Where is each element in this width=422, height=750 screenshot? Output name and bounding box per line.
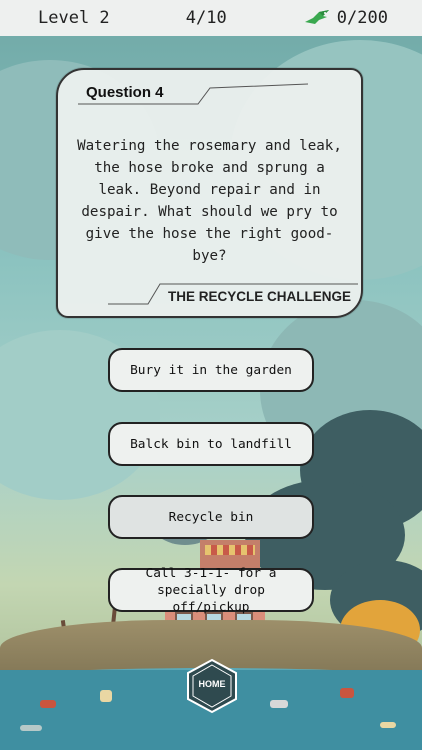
- answer-option-1[interactable]: Bury it in the garden: [108, 348, 314, 392]
- question-title: Question 4: [86, 84, 164, 101]
- trash: [20, 725, 42, 731]
- answer-label: Recycle bin: [168, 509, 254, 525]
- green-bird-icon: [304, 10, 329, 24]
- factory-awning: [205, 545, 255, 555]
- score-value: 0/200: [336, 8, 388, 28]
- answer-label: Call 3-1-1- for a specially drop off/pic…: [145, 565, 277, 615]
- question-card: Question 4 Watering the rosemary and lea…: [56, 68, 363, 318]
- answer-label: Balck bin to landfill: [130, 436, 292, 452]
- top-bar: Level 2 4/10 0/200: [0, 0, 422, 36]
- home-label: HOME: [198, 679, 226, 689]
- trash: [40, 700, 56, 708]
- answer-label: Bury it in the garden: [130, 362, 292, 378]
- trash: [270, 700, 288, 708]
- question-progress: 4/10: [185, 8, 227, 28]
- challenge-title: THE RECYCLE CHALLENGE: [167, 289, 351, 304]
- question-text: Watering the rosemary and leak, the hose…: [77, 138, 342, 264]
- trash: [380, 722, 396, 728]
- answer-option-2[interactable]: Balck bin to landfill: [108, 422, 314, 466]
- level-label: Level 2: [38, 8, 110, 28]
- home-button[interactable]: HOME: [184, 658, 240, 714]
- answer-option-4[interactable]: Call 3-1-1- for a specially drop off/pic…: [108, 566, 314, 615]
- trash: [340, 688, 354, 698]
- answer-option-3[interactable]: Recycle bin: [108, 495, 314, 539]
- trash: [100, 690, 112, 702]
- score-display: 0/200: [303, 8, 388, 28]
